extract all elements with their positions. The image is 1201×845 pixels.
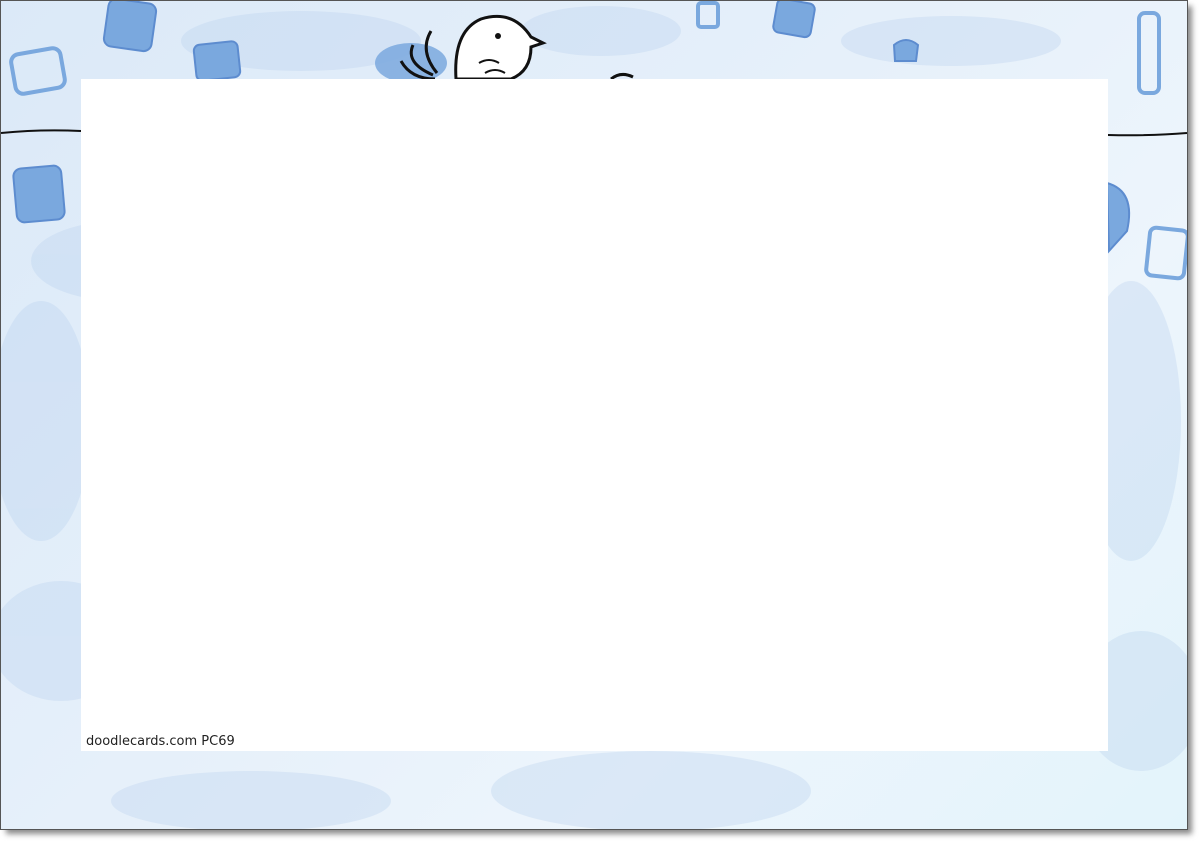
- doodle-square-icon: [696, 1, 720, 29]
- doodle-square-icon: [12, 164, 66, 224]
- doodle-square-icon: [1105, 181, 1131, 254]
- doodle-square-icon: [1144, 225, 1187, 281]
- doodle-square-icon: [9, 46, 67, 96]
- doodle-square-icon: [892, 39, 920, 62]
- doodle-square-icon: [102, 1, 158, 53]
- doodle-square-icon: [192, 40, 242, 82]
- footer-text: doodlecards.com PC69: [86, 734, 235, 749]
- doodle-square-icon: [1137, 11, 1161, 95]
- doodle-square-icon: [772, 1, 816, 39]
- string-line: [1, 129, 82, 134]
- postcard: doodlecards.com PC69: [0, 0, 1188, 830]
- string-line: [1107, 132, 1187, 137]
- white-writing-panel: doodlecards.com PC69: [81, 79, 1108, 751]
